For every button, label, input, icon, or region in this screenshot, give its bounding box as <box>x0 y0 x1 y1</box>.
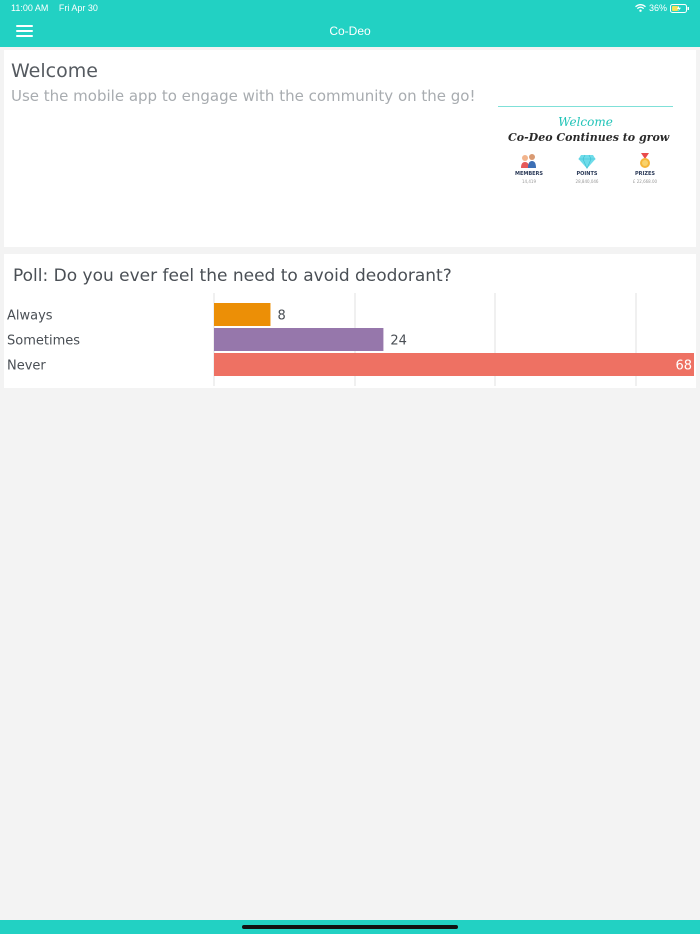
stat-label: MEMBERS <box>514 171 544 177</box>
banner-heading: Welcome <box>558 115 613 129</box>
banner-stat-points: POINTS 28,840,046 <box>559 153 615 184</box>
welcome-banner-image: Welcome Co-Deo Continues to grow MEMBERS… <box>498 106 673 196</box>
stat-value: £ 22,668.00 <box>632 179 658 184</box>
chart-data-label: 68 <box>675 359 692 374</box>
chart-category-label: Sometimes <box>7 334 80 349</box>
chart-data-label: 24 <box>390 334 407 349</box>
status-time: 11:00 AM <box>11 3 49 13</box>
chart-category-label: Always <box>7 309 53 324</box>
battery-charging-icon <box>670 3 690 13</box>
chart-bar <box>214 303 271 326</box>
poll-card: Poll: Do you ever feel the need to avoid… <box>4 254 696 388</box>
status-bar-right: 36% <box>635 3 690 13</box>
stat-label: POINTS <box>576 171 598 177</box>
wifi-icon <box>635 4 646 12</box>
chart-bar <box>214 328 384 351</box>
banner-tagline: Co-Deo Continues to grow <box>508 131 670 144</box>
stat-label: PRIZES <box>634 171 656 177</box>
welcome-title: Welcome <box>11 60 98 82</box>
poll-bar-chart: Always 8 Sometimes 24 Never 68 <box>7 293 694 386</box>
welcome-subtitle: Use the mobile app to engage with the co… <box>11 87 476 105</box>
chart-data-label: 8 <box>277 309 285 324</box>
chart-bar <box>214 353 694 376</box>
status-date: Fri Apr 30 <box>58 3 98 13</box>
battery-percent: 36% <box>648 3 667 13</box>
banner-stat-prizes: PRIZES £ 22,668.00 <box>617 153 673 184</box>
top-app-bar: 11:00 AM Fri Apr 30 36% Co-Deo <box>0 0 700 47</box>
bottom-bar <box>0 920 700 934</box>
home-indicator[interactable] <box>242 925 458 929</box>
banner-stat-members: MEMBERS 14,419 <box>501 153 557 184</box>
stat-value: 14,419 <box>522 179 536 184</box>
app-title: Co-Deo <box>329 24 371 38</box>
status-bar-left: 11:00 AM Fri Apr 30 <box>11 3 106 13</box>
chart-category-label: Never <box>7 359 46 374</box>
diamond-icon <box>559 153 615 169</box>
people-icon <box>501 153 557 169</box>
stat-value: 28,840,046 <box>575 179 599 184</box>
welcome-card: Welcome Use the mobile app to engage wit… <box>4 50 696 247</box>
medal-icon <box>617 153 673 169</box>
